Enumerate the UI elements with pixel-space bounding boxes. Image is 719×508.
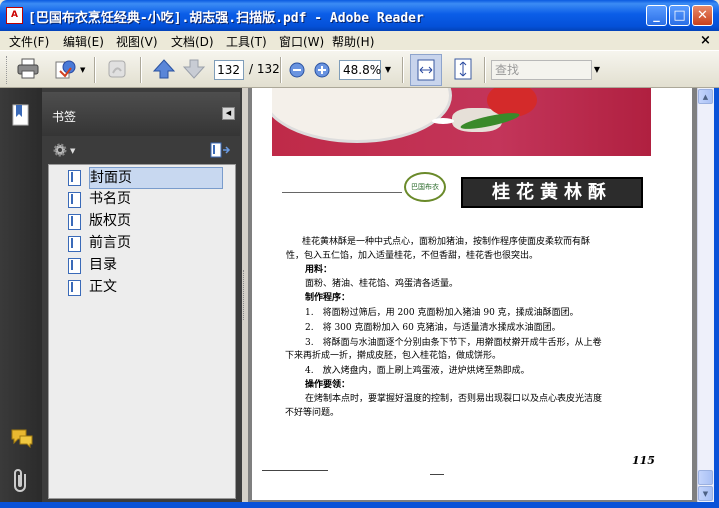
- footer-rule: [430, 474, 444, 475]
- bookmark-label: 书名页: [89, 191, 131, 207]
- print-icon[interactable]: [15, 57, 41, 81]
- page-number: 115: [632, 454, 655, 467]
- bookmark-label: 版权页: [89, 213, 131, 229]
- menu-file[interactable]: 文件(F): [9, 33, 49, 50]
- page-number-input[interactable]: 132: [214, 60, 244, 80]
- food-photo: [272, 88, 651, 156]
- vertical-scrollbar[interactable]: [697, 88, 714, 502]
- window-frame-right: [714, 88, 719, 508]
- bookmark-label: 前言页: [89, 235, 131, 251]
- bookmark-icon: [68, 170, 81, 186]
- zoom-in-icon[interactable]: [313, 61, 331, 79]
- expand-bookmark-icon[interactable]: [209, 142, 231, 158]
- bookmark-label: 正文: [89, 279, 117, 295]
- close-document-icon[interactable]: ×: [700, 33, 711, 48]
- body-line: 1. 将面粉过筛后，用 200 克面粉加入猪油 90 克，揉成油酥面团。: [305, 308, 579, 318]
- body-line: 4. 放入烤盘内，面上刷上鸡蛋液，进炉烘烤至熟即成。: [305, 366, 530, 376]
- body-line: 不好等问题。: [285, 408, 340, 418]
- menu-view[interactable]: 视图(V): [116, 33, 158, 50]
- bookmark-icon: [68, 280, 81, 296]
- hand-sign-icon[interactable]: [104, 57, 130, 81]
- header-line: [282, 192, 402, 193]
- section-heading: 制作程序：: [305, 293, 351, 303]
- window-title: [巴国布衣烹饪经典-小吃].胡志强.扫描版.pdf - Adobe Reader: [28, 11, 424, 26]
- toolbar-separator: [140, 57, 142, 83]
- arrow-up-icon[interactable]: [151, 57, 177, 81]
- arrow-down-icon[interactable]: [181, 57, 207, 81]
- page-total: / 132: [249, 62, 280, 76]
- bookmark-icon: [68, 192, 81, 208]
- scroll-up-icon[interactable]: ▲: [698, 89, 713, 104]
- bookmarks-icon[interactable]: [10, 103, 32, 127]
- zoom-out-icon[interactable]: [288, 61, 306, 79]
- bookmark-label: 目录: [89, 257, 117, 273]
- zoom-level-field[interactable]: 48.8%: [339, 60, 381, 80]
- share-review-icon[interactable]: [52, 57, 78, 81]
- brand-logo: 巴国布衣: [404, 172, 446, 202]
- maximize-icon[interactable]: □: [669, 5, 690, 26]
- minimize-icon[interactable]: _: [646, 5, 667, 26]
- plate-image: [272, 88, 452, 143]
- body-line: 面粉、猪油、桂花馅、鸡蛋清各适量。: [305, 279, 459, 289]
- garnish-detail: [432, 118, 454, 124]
- search-input[interactable]: 查找: [491, 60, 592, 80]
- recipe-title: 桂花黄林酥: [492, 182, 612, 203]
- fit-width-icon[interactable]: [413, 58, 439, 82]
- attachment-icon[interactable]: [11, 468, 31, 494]
- chevron-down-icon[interactable]: ▼: [70, 147, 75, 155]
- body-line: 桂花黄林酥是一种中式点心，面粉加猪油，按制作程序使面皮柔软而有酥: [302, 237, 591, 247]
- bookmark-icon: [68, 236, 81, 252]
- toolbar-separator: [280, 57, 282, 83]
- section-heading: 用料：: [305, 265, 333, 275]
- chevron-down-icon[interactable]: ▼: [382, 60, 394, 80]
- section-heading: 操作要领：: [305, 380, 351, 390]
- pdf-app-icon[interactable]: A: [6, 7, 23, 24]
- body-line: 3. 将酥面与水油面逐个分别由条下节下，用擀面杖擀开成牛舌形，从上卷: [305, 338, 602, 348]
- chevron-down-icon[interactable]: ▼: [80, 66, 85, 74]
- bookmarks-panel-title: 书签: [52, 110, 77, 124]
- scroll-down-icon[interactable]: ▼: [698, 486, 713, 501]
- gear-icon[interactable]: [52, 142, 70, 158]
- window-frame-bottom: [0, 502, 719, 508]
- body-line: 下来再折成一折，擀成皮胚，包入桂花馅，做成饼形。: [285, 351, 502, 361]
- footer-rule: [262, 470, 328, 471]
- toolbar-separator: [94, 57, 96, 83]
- chevron-down-icon[interactable]: ▼: [592, 60, 602, 80]
- menu-window[interactable]: 窗口(W): [279, 33, 324, 50]
- splitter-grip[interactable]: [243, 270, 246, 320]
- menu-document[interactable]: 文档(D): [171, 33, 214, 50]
- scroll-thumb[interactable]: [698, 470, 713, 485]
- bookmark-label: 封面页: [89, 167, 223, 189]
- toolbar-grip[interactable]: [6, 56, 9, 84]
- body-line: 性，包入五仁馅，加入适量桂花，不但香甜，桂花香也很突出。: [286, 251, 539, 261]
- menu-help[interactable]: 帮助(H): [332, 33, 374, 50]
- collapse-panel-icon[interactable]: ◀: [222, 107, 235, 120]
- fit-page-icon[interactable]: [450, 57, 476, 81]
- menu-tools[interactable]: 工具(T): [226, 33, 267, 50]
- menu-edit[interactable]: 编辑(E): [63, 33, 104, 50]
- toolbar-separator: [402, 57, 404, 83]
- toolbar-separator: [484, 57, 486, 83]
- body-line: 2. 将 300 克面粉加入 60 克猪油，与适量清水揉成水油面团。: [305, 323, 561, 333]
- bookmark-icon: [68, 258, 81, 274]
- close-icon[interactable]: ✕: [692, 5, 713, 26]
- comments-icon[interactable]: [10, 428, 34, 448]
- body-line: 在烤制本点时，要掌握好温度的控制，否则易出现裂口以及点心表皮光洁度: [305, 394, 603, 404]
- bookmark-icon: [68, 214, 81, 230]
